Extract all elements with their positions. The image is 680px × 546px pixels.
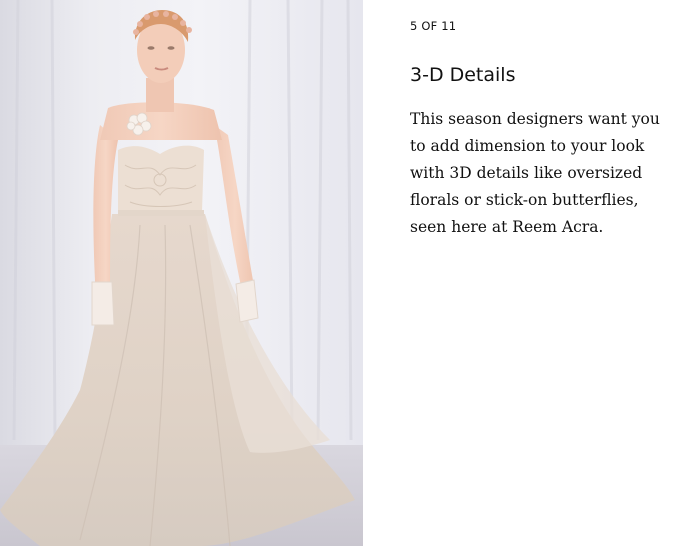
slide-title: 3-D Details xyxy=(410,64,516,86)
slide-counter: 5 OF 11 xyxy=(410,19,457,33)
slide-caption-panel: 5 OF 11 3-D Details This season designer… xyxy=(363,0,680,546)
gallery-photo[interactable] xyxy=(0,0,363,546)
slide-caption: This season designers want you to add di… xyxy=(410,110,660,236)
runway-gown-image xyxy=(0,0,363,546)
